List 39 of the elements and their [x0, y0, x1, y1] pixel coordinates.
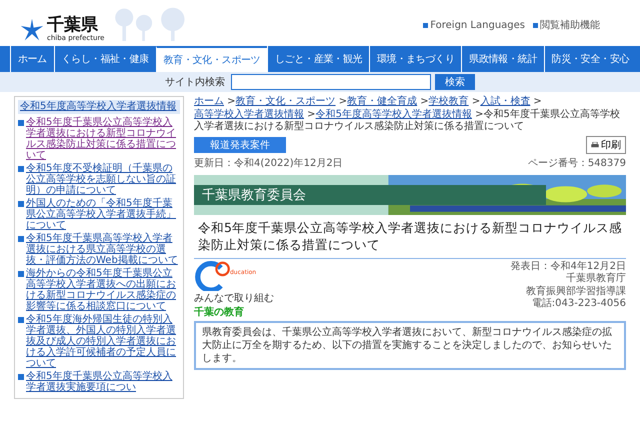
nav-tab[interactable]: 教育・文化・スポーツ — [156, 46, 268, 72]
prefecture-emblem-icon — [20, 18, 44, 42]
sidebar-link[interactable]: 令和5年度不受検証明（千葉県の公立高等学校を志願しない旨の証明）の申請について — [26, 163, 180, 196]
breadcrumb-link[interactable]: ホーム — [194, 96, 224, 107]
breadcrumb-link[interactable]: 高等学校入学者選抜情報 — [194, 108, 304, 120]
contact-line: 千葉県教育庁 — [566, 273, 626, 286]
press-release-tag: 報道発表案件 — [194, 136, 286, 152]
search-label: サイト内検索 — [165, 76, 225, 89]
breadcrumb-link[interactable]: 教育・健全育成 — [347, 96, 418, 107]
sidebar-link[interactable]: 令和5年度千葉県公立高等学校入学者選抜における新型コロナウイルス感染防止対策に係る措置について — [26, 117, 180, 161]
sidebar-link[interactable]: 海外からの令和5年度千葉県公立高等学校入学者選抜への出願における新型コロナウイルス感染症の影響等に係る相談窓口について — [26, 268, 180, 312]
breadcrumb-link[interactable]: 入試・検査 — [480, 96, 530, 107]
logo-name: 千葉の教育 — [194, 305, 245, 318]
contact-line: 電話:043-223-4056 — [532, 298, 626, 310]
search-button[interactable]: 検索 — [435, 74, 475, 90]
sidebar-title[interactable]: 令和5年度高等学校入学者選抜情報 — [18, 100, 180, 114]
breadcrumb-link[interactable]: 学校教育 — [428, 96, 469, 107]
print-button[interactable]: 印刷 — [586, 136, 626, 154]
logo-caption: みんなで取り組む — [194, 292, 274, 304]
banner-title: 千葉県教育委員会 — [194, 184, 546, 204]
breadcrumb: ホーム >教育・文化・スポーツ >教育・健全育成 >学校教育 >入試・検査 > 高等学校入学者選抜情報 >令和5年度高等学校入学者選抜情報 >令和5年度千葉県公立高等学校入学者選抜における新型コロナウイルス感染防止対策に係る措置について — [194, 96, 621, 134]
search-field[interactable] — [231, 74, 431, 90]
education-logo-icon — [194, 260, 230, 290]
sidebar-link[interactable]: 令和5年度千葉県高等学校入学者選抜における県立高等学校の選抜・評価方法のWeb掲載について — [26, 233, 180, 266]
contact-line: 発表日：令和4年12月2日 — [510, 260, 626, 272]
notice-box: 県教育委員会は、千葉県公立高等学校入学者選抜において、新型コロナウイルス感染症の拡大防止に万全を期するため、以下の措置を実施することを決定しましたので、お知らせいたします。 — [194, 320, 626, 370]
page-title: 令和5年度千葉県公立高等学校入学者選抜における新型コロナウイルス感染防止対策に係る措置について — [194, 218, 626, 258]
sidebar-link[interactable]: 令和5年度海外帰国生徒の特別入学者選抜、外国人の特別入学者選抜及び成人の特別入学者選抜における入学許可候補者の予定人員について — [26, 314, 180, 369]
sidebar-link[interactable]: 外国人のための「令和5年度千葉県公立高等学校入学者選抜手続」について — [26, 198, 180, 231]
header-link[interactable]: 閲覧補助機能 — [533, 18, 600, 32]
header-link[interactable]: Foreign Languages — [423, 18, 525, 32]
sidebar-link[interactable]: 令和5年度千葉県公立高等学校入学者選抜実施要項につい — [26, 371, 180, 393]
contact-line: 教育振興部学習指導課 — [526, 286, 626, 298]
printer-icon — [591, 142, 599, 148]
logo-title[interactable]: 千葉県 — [47, 17, 104, 34]
updated-date: 更新日：令和4(2022)年12月2日 — [194, 156, 343, 170]
breadcrumb-link[interactable]: 教育・文化・スポーツ — [236, 96, 336, 107]
page-number: ページ番号：548379 — [528, 156, 626, 170]
breadcrumb-link[interactable]: 令和5年度高等学校入学者選抜情報 — [316, 108, 472, 120]
